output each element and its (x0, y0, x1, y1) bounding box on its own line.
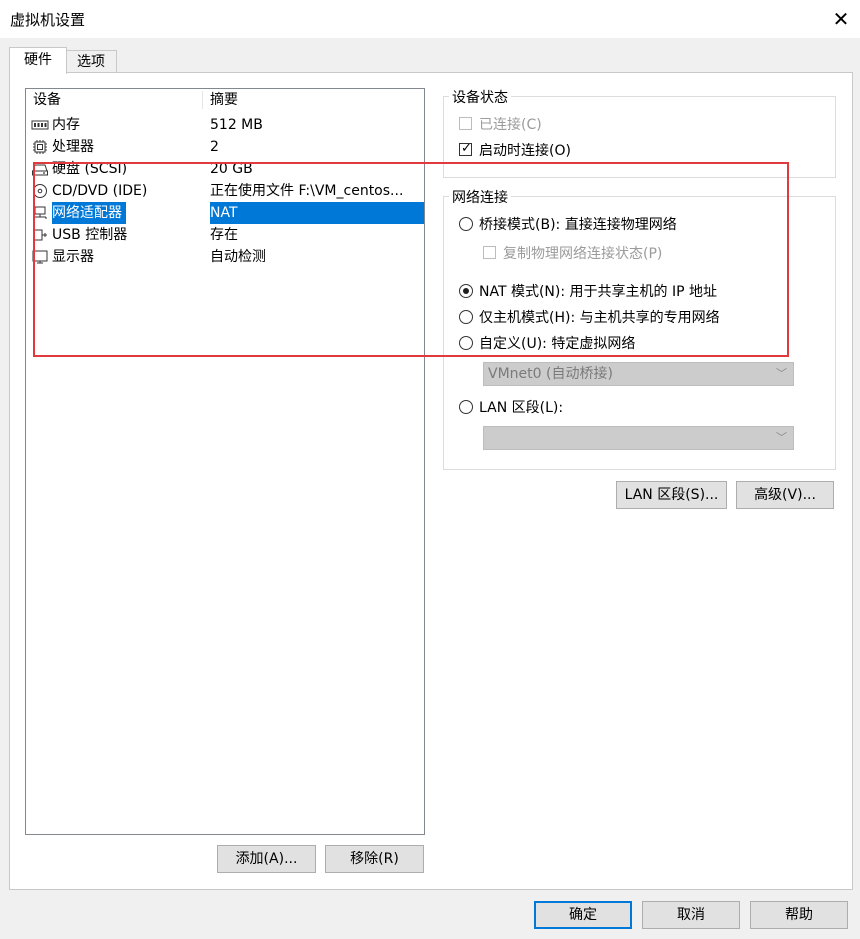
device-status-title: 设备状态 (449, 87, 511, 107)
device-label: 内存 (52, 117, 80, 133)
ok-button[interactable]: 确定 (534, 901, 632, 929)
device-label: CD/DVD (IDE) (52, 183, 148, 199)
host-only-radio[interactable] (459, 310, 473, 324)
memory-icon (31, 120, 49, 130)
replicate-state-checkbox[interactable] (483, 246, 496, 259)
advanced-button[interactable]: 高级(V)... (736, 481, 834, 509)
bridged-radio[interactable] (459, 217, 473, 231)
lan-segments-label: LAN 区段(S)... (624, 487, 719, 503)
device-list[interactable]: 设备 摘要 内存 512 MB 处理器 2 硬盘 (SCSI) 20 GB CD… (25, 88, 425, 835)
custom-radio[interactable] (459, 336, 473, 350)
connected-label: 已连接(C) (479, 117, 542, 133)
column-header-device[interactable]: 设备 (33, 89, 61, 111)
device-label: 显示器 (52, 249, 94, 265)
device-summary: 512 MB (210, 117, 263, 133)
radio-selected-dot (463, 288, 469, 294)
add-device-label: 添加(A)... (235, 851, 298, 867)
device-row-harddisk[interactable]: 硬盘 (SCSI) 20 GB (26, 158, 424, 180)
bridged-label: 桥接模式(B): 直接连接物理网络 (479, 217, 677, 233)
add-device-button[interactable]: 添加(A)... (217, 845, 316, 873)
tab-options[interactable]: 选项 (65, 50, 117, 73)
host-only-label: 仅主机模式(H): 与主机共享的专用网络 (479, 310, 720, 326)
device-summary: 正在使用文件 F:\VM_centos... (210, 183, 404, 199)
harddisk-icon (32, 164, 48, 176)
column-separator[interactable] (202, 91, 203, 109)
device-summary: 存在 (210, 227, 238, 243)
remove-device-label: 移除(R) (350, 851, 399, 867)
custom-label: 自定义(U): 特定虚拟网络 (479, 336, 636, 352)
chevron-down-icon: ﹀ (776, 431, 787, 444)
title-bar: 虚拟机设置 ✕ (0, 0, 860, 38)
ok-label: 确定 (569, 907, 597, 923)
nat-label: NAT 模式(N): 用于共享主机的 IP 地址 (479, 284, 717, 300)
replicate-state-label: 复制物理网络连接状态(P) (503, 246, 663, 262)
usb-icon (33, 229, 47, 241)
device-row-cd-dvd[interactable]: CD/DVD (IDE) 正在使用文件 F:\VM_centos... (26, 180, 424, 202)
device-summary: NAT (210, 205, 238, 221)
custom-network-value: VMnet0 (自动桥接) (488, 366, 613, 382)
device-row-network-adapter[interactable]: 网络适配器 NAT (26, 202, 424, 224)
device-row-processor[interactable]: 处理器 2 (26, 136, 424, 158)
tab-hardware[interactable]: 硬件 (9, 47, 67, 74)
cpu-icon (33, 140, 47, 154)
network-connection-title: 网络连接 (449, 187, 511, 207)
device-row-usb[interactable]: USB 控制器 存在 (26, 224, 424, 246)
cd-icon (33, 184, 47, 198)
lan-segment-label: LAN 区段(L): (479, 400, 564, 416)
lan-segment-radio[interactable] (459, 400, 473, 414)
tab-options-label: 选项 (77, 54, 105, 70)
connect-at-power-on-checkbox[interactable]: ✓ (459, 141, 472, 156)
device-summary: 2 (210, 139, 219, 155)
device-summary: 20 GB (210, 161, 253, 177)
device-label: 网络适配器 (52, 202, 126, 224)
lan-segment-dropdown[interactable]: ﹀ (483, 426, 794, 450)
device-summary: 自动检测 (210, 249, 266, 265)
device-status-group (443, 96, 836, 178)
help-label: 帮助 (785, 907, 813, 923)
device-row-memory[interactable]: 内存 512 MB (26, 114, 424, 136)
network-adapter-icon (33, 206, 47, 219)
lan-segments-button[interactable]: LAN 区段(S)... (616, 481, 727, 509)
device-label: USB 控制器 (52, 227, 128, 243)
checkmark-icon: ✓ (461, 141, 472, 156)
connected-checkbox[interactable] (459, 117, 472, 130)
custom-network-dropdown[interactable]: VMnet0 (自动桥接) ﹀ (483, 362, 794, 386)
tab-hardware-label: 硬件 (24, 52, 52, 68)
cancel-label: 取消 (677, 907, 705, 923)
cancel-button[interactable]: 取消 (642, 901, 740, 929)
device-label: 处理器 (52, 139, 94, 155)
remove-device-button[interactable]: 移除(R) (325, 845, 424, 873)
column-header-summary[interactable]: 摘要 (210, 89, 238, 111)
nat-radio[interactable] (459, 284, 473, 298)
advanced-label: 高级(V)... (754, 487, 816, 503)
chevron-down-icon: ﹀ (776, 367, 787, 380)
monitor-icon (32, 250, 48, 264)
connect-at-power-on-label: 启动时连接(O) (479, 143, 571, 159)
help-button[interactable]: 帮助 (750, 901, 848, 929)
close-icon[interactable]: ✕ (826, 4, 856, 34)
device-label: 硬盘 (SCSI) (52, 161, 128, 177)
window-title: 虚拟机设置 (10, 11, 86, 29)
device-row-monitor[interactable]: 显示器 自动检测 (26, 246, 424, 268)
